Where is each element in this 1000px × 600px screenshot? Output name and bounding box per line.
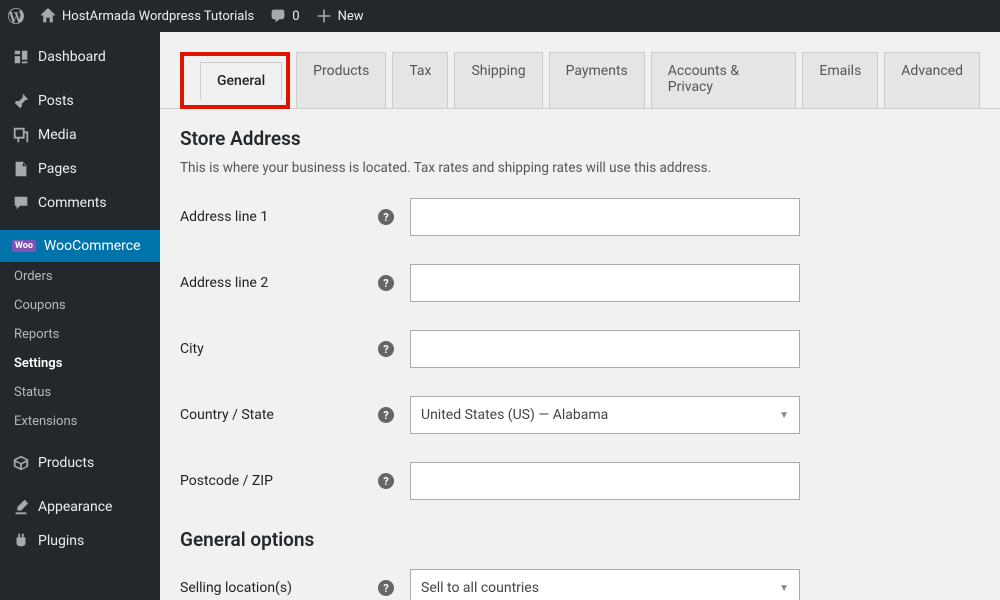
sidebar-item-label: Comments	[38, 195, 107, 211]
store-address-desc: This is where your business is located. …	[180, 160, 980, 176]
sidebar-sub-reports[interactable]: Reports	[0, 320, 160, 349]
help-icon[interactable]: ?	[378, 580, 394, 596]
chevron-down-icon: ▼	[779, 583, 789, 594]
comments-count: 0	[292, 9, 299, 24]
tab-advanced[interactable]: Advanced	[884, 52, 980, 108]
sidebar-item-label: Media	[38, 127, 77, 143]
tab-general-highlight: General	[180, 52, 290, 109]
sidebar-sub-orders[interactable]: Orders	[0, 262, 160, 291]
tab-payments[interactable]: Payments	[549, 52, 645, 108]
tab-general[interactable]: General	[200, 62, 282, 100]
site-title: HostArmada Wordpress Tutorials	[62, 9, 254, 24]
plus-icon	[316, 8, 332, 24]
country-label: Country / State	[180, 407, 274, 423]
general-options-heading: General options	[180, 528, 980, 551]
tab-emails[interactable]: Emails	[802, 52, 878, 108]
selling-locations-label: Selling location(s)	[180, 580, 292, 596]
plugin-icon	[12, 532, 30, 550]
sidebar-item-label: Appearance	[38, 499, 112, 515]
sidebar-item-pages[interactable]: Pages	[0, 152, 160, 186]
sidebar-item-media[interactable]: Media	[0, 118, 160, 152]
wp-logo[interactable]	[8, 8, 24, 24]
country-select[interactable]: United States (US) — Alabama ▼	[410, 396, 800, 434]
settings-tabs: General Products Tax Shipping Payments A…	[160, 32, 1000, 109]
sidebar-item-dashboard[interactable]: Dashboard	[0, 40, 160, 74]
media-icon	[12, 126, 30, 144]
sidebar-sub-settings[interactable]: Settings	[0, 349, 160, 378]
page-icon	[12, 160, 30, 178]
city-input[interactable]	[410, 330, 800, 368]
tab-products[interactable]: Products	[296, 52, 386, 108]
address2-input[interactable]	[410, 264, 800, 302]
sidebar-item-comments[interactable]: Comments	[0, 186, 160, 220]
help-icon[interactable]: ?	[378, 209, 394, 225]
sidebar-sub-status[interactable]: Status	[0, 378, 160, 407]
postcode-input[interactable]	[410, 462, 800, 500]
sidebar-item-label: Products	[38, 455, 94, 471]
selling-locations-value: Sell to all countries	[421, 580, 539, 596]
help-icon[interactable]: ?	[378, 407, 394, 423]
sidebar-sub-extensions[interactable]: Extensions	[0, 407, 160, 436]
pin-icon	[12, 92, 30, 110]
sidebar-item-label: Plugins	[38, 533, 84, 549]
tab-shipping[interactable]: Shipping	[454, 52, 542, 108]
comments-link[interactable]: 0	[270, 8, 299, 24]
site-link[interactable]: HostArmada Wordpress Tutorials	[40, 8, 254, 24]
sidebar-item-posts[interactable]: Posts	[0, 84, 160, 118]
brush-icon	[12, 498, 30, 516]
tab-tax[interactable]: Tax	[392, 52, 448, 108]
store-address-heading: Store Address	[180, 127, 980, 150]
selling-locations-select[interactable]: Sell to all countries ▼	[410, 569, 800, 600]
admin-toolbar: HostArmada Wordpress Tutorials 0 New	[0, 0, 1000, 32]
postcode-label: Postcode / ZIP	[180, 473, 273, 489]
products-icon	[12, 454, 30, 472]
sidebar-item-plugins[interactable]: Plugins	[0, 524, 160, 558]
help-icon[interactable]: ?	[378, 341, 394, 357]
new-label: New	[338, 9, 364, 24]
content-area: General Products Tax Shipping Payments A…	[160, 32, 1000, 600]
comment-icon	[12, 194, 30, 212]
dashboard-icon	[12, 48, 30, 66]
wordpress-icon	[8, 8, 24, 24]
address2-label: Address line 2	[180, 275, 268, 291]
comment-icon	[270, 8, 286, 24]
new-content-link[interactable]: New	[316, 8, 364, 24]
sidebar-item-label: Pages	[38, 161, 77, 177]
help-icon[interactable]: ?	[378, 473, 394, 489]
woocommerce-icon: Woo	[12, 240, 36, 252]
sidebar-item-label: Posts	[38, 93, 74, 109]
address1-input[interactable]	[410, 198, 800, 236]
home-icon	[40, 8, 56, 24]
sidebar-item-label: WooCommerce	[44, 238, 141, 254]
admin-sidebar: Dashboard Posts Media Pages Comments Woo…	[0, 32, 160, 600]
sidebar-item-label: Dashboard	[38, 49, 106, 65]
sidebar-item-woocommerce[interactable]: Woo WooCommerce	[0, 230, 160, 262]
help-icon[interactable]: ?	[378, 275, 394, 291]
chevron-down-icon: ▼	[779, 410, 789, 421]
city-label: City	[180, 341, 204, 357]
address1-label: Address line 1	[180, 209, 268, 225]
country-value: United States (US) — Alabama	[421, 407, 608, 423]
sidebar-item-appearance[interactable]: Appearance	[0, 490, 160, 524]
sidebar-item-products[interactable]: Products	[0, 446, 160, 480]
tab-accounts[interactable]: Accounts & Privacy	[651, 52, 797, 108]
sidebar-sub-coupons[interactable]: Coupons	[0, 291, 160, 320]
